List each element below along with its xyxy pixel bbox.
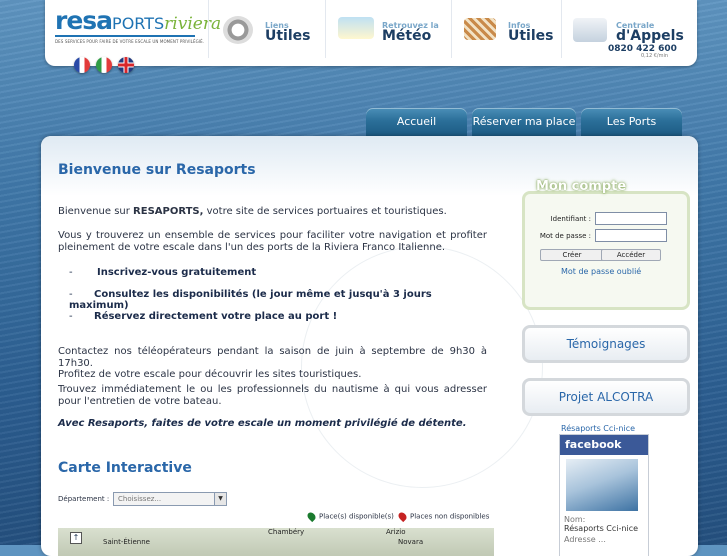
tourism-paragraph: Profitez de votre escale pour découvrir … (58, 369, 362, 380)
legend-available-label: Place(s) disponible(s) (319, 512, 394, 521)
logo-tagline: DES SERVICES POUR FAIRE DE VOTRE ESCALE … (55, 39, 205, 44)
fb-name: Résaports Cci-nice (564, 524, 639, 533)
uk-flag-icon[interactable] (118, 57, 134, 73)
interactive-map[interactable]: ↑ Chambéry Saint-Étienne Arizio Novara (58, 528, 494, 556)
centrale-big: d'Appels (616, 28, 684, 44)
dept-select-value: Choisissez... (118, 495, 162, 503)
bullet-text: Inscrivez-vous gratuitement (97, 267, 257, 278)
phone-price: 0,12 €/min (641, 53, 669, 59)
access-button[interactable]: Accéder (601, 249, 661, 261)
weather-icon (338, 17, 374, 39)
logo-ports: PORTS (112, 14, 165, 33)
facebook-profile-image[interactable] (566, 459, 638, 511)
intro-prefix: Bienvenue sur (58, 206, 134, 217)
fr-flag-icon[interactable] (74, 57, 90, 73)
password-input[interactable] (595, 229, 667, 242)
bullet-text: Consultez les disponibilités (le jour mê… (69, 289, 432, 311)
logo-resa: resa (55, 6, 113, 35)
tab-accueil[interactable]: Accueil (366, 108, 467, 136)
map-city: Arizio (386, 528, 406, 536)
bullet-dash: - (69, 267, 73, 278)
testimonials-button[interactable]: Témoignages (522, 325, 690, 363)
call-center-icon (573, 18, 607, 42)
alcotra-button[interactable]: Projet ALCOTRA (522, 378, 690, 416)
fb-name-label: Nom: (564, 515, 586, 524)
main-panel: Bienvenue sur Resaports Bienvenue sur RE… (41, 136, 698, 556)
dept-label: Département : (58, 495, 110, 503)
header-meteo[interactable]: Retrouvez la Météo (325, 0, 452, 58)
intro-bold: RESAPORTS, (133, 206, 204, 217)
tab-les-ports[interactable]: Les Ports (581, 108, 682, 136)
welcome-content: Bienvenue sur Resaports Bienvenue sur RE… (58, 162, 489, 523)
intro-suffix: votre site de services portuaires et tou… (203, 206, 447, 217)
meteo-big: Météo (382, 28, 432, 44)
legend-unavailable-label: Places non disponibles (410, 512, 490, 521)
carte-title: Carte Interactive (58, 460, 192, 476)
chart-map-icon (464, 18, 496, 40)
liens-big: Utiles (265, 28, 311, 44)
contact-paragraph: Contactez nos téléopérateurs pendant la … (58, 346, 487, 369)
logo-underline (55, 35, 195, 37)
it-flag-icon[interactable] (96, 57, 112, 73)
intro-paragraph: Bienvenue sur RESAPORTS, votre site de s… (58, 206, 487, 218)
green-pin-icon (305, 510, 318, 523)
forgot-password-link[interactable]: Mot de passe oublié (561, 267, 641, 276)
closing-sentence: Avec Resaports, faites de votre escale u… (58, 418, 467, 429)
bullet-text: Réservez directement votre place au port… (94, 311, 338, 322)
page-title: Bienvenue sur Resaports (58, 162, 256, 178)
chevron-down-icon[interactable]: ▼ (214, 493, 226, 505)
dept-select[interactable]: Choisissez... ▼ (113, 492, 227, 506)
account-title: Mon compte (536, 179, 627, 194)
legend-available: Place(s) disponible(s) (305, 510, 394, 523)
bullet-reservez: - Réservez directement votre place au por… (69, 311, 337, 322)
header-bar: resaPORTSriviera DES SERVICES POUR FAIRE… (45, 0, 697, 66)
services-paragraph: Vous y trouverez un ensemble de services… (58, 230, 487, 253)
tab-reserver[interactable]: Réserver ma place (472, 108, 576, 136)
red-pin-icon (396, 510, 409, 523)
facebook-widget[interactable]: facebook Nom: Résaports Cci-nice Adresse… (559, 434, 649, 556)
header-liens-utiles[interactable]: Liens Utiles (208, 0, 326, 58)
password-label: Mot de passe : (539, 232, 591, 240)
bullet-inscrivez: - Inscrivez-vous gratuitement (69, 267, 256, 278)
header-centrale-appels[interactable]: Centrale d'Appels 0820 422 600 0,12 €/mi… (561, 0, 698, 59)
fb-address: Adresse ... (564, 535, 606, 544)
bullet-consultez: - Consultez les disponibilités (le jour m… (69, 289, 487, 311)
create-button[interactable]: Créer (540, 249, 604, 261)
nautisme-paragraph: Trouvez immédiatement le ou les professi… (58, 384, 487, 407)
facebook-box-title[interactable]: Résaports Cci-nice (561, 424, 635, 433)
bullet-dash: - (69, 289, 73, 300)
at-sign-icon (223, 16, 253, 44)
resaports-logo[interactable]: resaPORTSriviera DES SERVICES POUR FAIRE… (55, 6, 221, 50)
header-infos-utiles[interactable]: Infos Utiles (451, 0, 562, 58)
identifiant-input[interactable] (595, 212, 667, 225)
bullet-dash: - (69, 311, 73, 322)
id-label: Identifiant : (550, 215, 591, 223)
map-pan-up-icon[interactable]: ↑ (70, 532, 82, 544)
map-city: Chambéry (268, 528, 305, 536)
infos-big: Utiles (508, 28, 554, 44)
facebook-logo: facebook (560, 435, 648, 455)
legend-unavailable: Places non disponibles (396, 510, 490, 523)
